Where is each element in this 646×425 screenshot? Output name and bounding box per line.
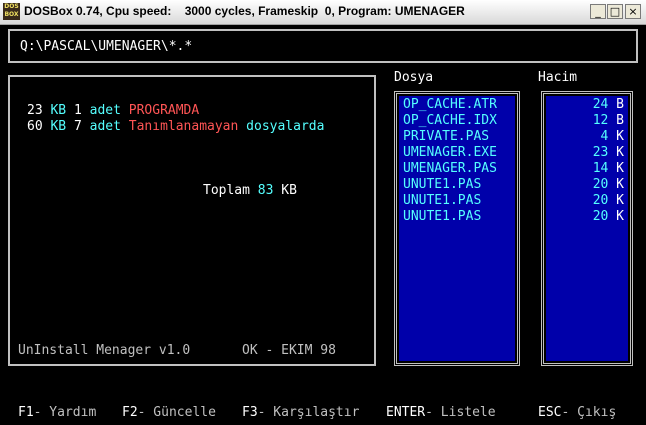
fkey-label: - Yardım	[33, 405, 97, 420]
size-row[interactable]: 4 K	[601, 129, 624, 145]
fkey-key: F1	[18, 405, 34, 420]
dosbox-window: DOS BOX DOSBox 0.74, Cpu speed: 3000 cyc…	[0, 0, 646, 425]
file-row[interactable]: UMENAGER.PAS	[403, 161, 497, 177]
total-label: Toplam	[203, 183, 250, 198]
size-row[interactable]: 12 B	[593, 113, 624, 129]
size-value: 20	[592, 209, 609, 224]
fkey-key: F3	[242, 405, 258, 420]
file-list[interactable]: OP_CACHE.ATR OP_CACHE.IDX PRIVATE.PAS UMENA…	[399, 96, 515, 361]
fkey-enter[interactable]: ENTER- Listele	[386, 405, 496, 421]
fkey-key: ESC	[538, 405, 562, 420]
size-value: 24	[592, 97, 609, 112]
size-unit: K	[616, 193, 624, 208]
title-bar[interactable]: DOS BOX DOSBox 0.74, Cpu speed: 3000 cyc…	[0, 0, 646, 25]
file-row[interactable]: OP_CACHE.ATR	[403, 97, 497, 113]
size-unit: K	[616, 177, 624, 192]
dos-screen: Q:\PASCAL\UMENAGER\*.* 23 KB 1 adet PROG…	[0, 25, 646, 425]
sizes-header: Hacim	[538, 70, 578, 85]
file-list-frame: OP_CACHE.ATR OP_CACHE.IDX PRIVATE.PAS UMENA…	[394, 91, 520, 366]
path-box: Q:\PASCAL\UMENAGER\*.*	[8, 29, 638, 63]
app-version: UnInstall Menager v1.0	[18, 343, 191, 358]
size-row[interactable]: 14 K	[593, 161, 624, 177]
fkey-label: - Listele	[425, 405, 496, 420]
size-value: 23	[592, 145, 609, 160]
size-row[interactable]: 20 K	[593, 209, 624, 225]
size-list[interactable]: 24 B 12 B4 K 23 K 14 K 20 K 20 K 20 K	[546, 96, 628, 361]
window-title: DOSBox 0.74, Cpu speed: 3000 cycles, Fra…	[24, 4, 465, 18]
file-row[interactable]: UNUTE1.PAS	[403, 209, 481, 225]
unknown-count: 7	[73, 119, 82, 134]
unknown-label: Tanımlanamayan	[128, 119, 239, 134]
size-value: 20	[592, 193, 609, 208]
size-unit: B	[616, 97, 624, 112]
fkey-key: F2	[122, 405, 138, 420]
file-row[interactable]: UMENAGER.EXE	[403, 145, 497, 161]
path-text: Q:\PASCAL\UMENAGER\*.*	[20, 39, 193, 54]
unknown-size: 60	[27, 119, 43, 134]
app-date: OK - EKIM 98	[242, 343, 336, 358]
program-size: 23	[27, 103, 43, 118]
total-unit: KB	[281, 183, 297, 198]
size-value: 4	[600, 129, 609, 144]
summary-total: Toplam 83 KB	[203, 183, 297, 199]
unknown-unit: KB	[50, 119, 67, 134]
size-row[interactable]: 23 K	[593, 145, 624, 161]
program-count: 1	[73, 103, 82, 118]
program-label: PROGRAMDA	[128, 103, 200, 118]
maximize-button[interactable]: □	[607, 4, 623, 19]
summary-line-program: 23 KB 1 adet PROGRAMDA	[27, 103, 199, 119]
size-value: 12	[592, 113, 609, 128]
fkey-label: - Çıkış	[561, 405, 617, 420]
size-unit: K	[616, 209, 624, 224]
unknown-adet: adet	[89, 119, 121, 134]
size-value: 14	[592, 161, 609, 176]
total-value: 83	[257, 183, 274, 198]
size-value: 20	[592, 177, 609, 192]
fkey-label: - Güncelle	[137, 405, 216, 420]
size-row[interactable]: 24 B	[593, 97, 624, 113]
summary-box: 23 KB 1 adet PROGRAMDA 60 KB 7 adet Tanı…	[8, 75, 376, 366]
size-unit: B	[616, 113, 624, 128]
fkey-f3[interactable]: F3- Karşılaştır	[242, 405, 359, 421]
fkey-esc[interactable]: ESC- Çıkış	[538, 405, 616, 421]
file-row[interactable]: UNUTE1.PAS	[403, 193, 481, 209]
fkey-f2[interactable]: F2- Güncelle	[122, 405, 216, 421]
fkey-key: ENTER	[386, 405, 426, 420]
files-header: Dosya	[394, 70, 434, 85]
close-button[interactable]: ×	[625, 4, 641, 19]
fkey-label: - Karşılaştır	[257, 405, 360, 420]
fkey-f1[interactable]: F1- Yardım	[18, 405, 96, 421]
size-unit: K	[616, 129, 624, 144]
file-row[interactable]: OP_CACHE.IDX	[403, 113, 497, 129]
file-row[interactable]: UNUTE1.PAS	[403, 177, 481, 193]
size-list-frame: 24 B 12 B4 K 23 K 14 K 20 K 20 K 20 K	[541, 91, 633, 366]
dosbox-app-icon[interactable]: DOS BOX	[3, 3, 20, 20]
minimize-button[interactable]: _	[590, 4, 606, 19]
size-unit: K	[616, 161, 624, 176]
program-adet: adet	[89, 103, 121, 118]
size-unit: K	[616, 145, 624, 160]
size-row[interactable]: 20 K	[593, 177, 624, 193]
summary-line-unknown: 60 KB 7 adet Tanımlanamayan dosyalarda	[27, 119, 324, 135]
size-row[interactable]: 20 K	[593, 193, 624, 209]
unknown-suffix: dosyalarda	[246, 119, 325, 134]
program-unit: KB	[50, 103, 67, 118]
file-row[interactable]: PRIVATE.PAS	[403, 129, 489, 145]
